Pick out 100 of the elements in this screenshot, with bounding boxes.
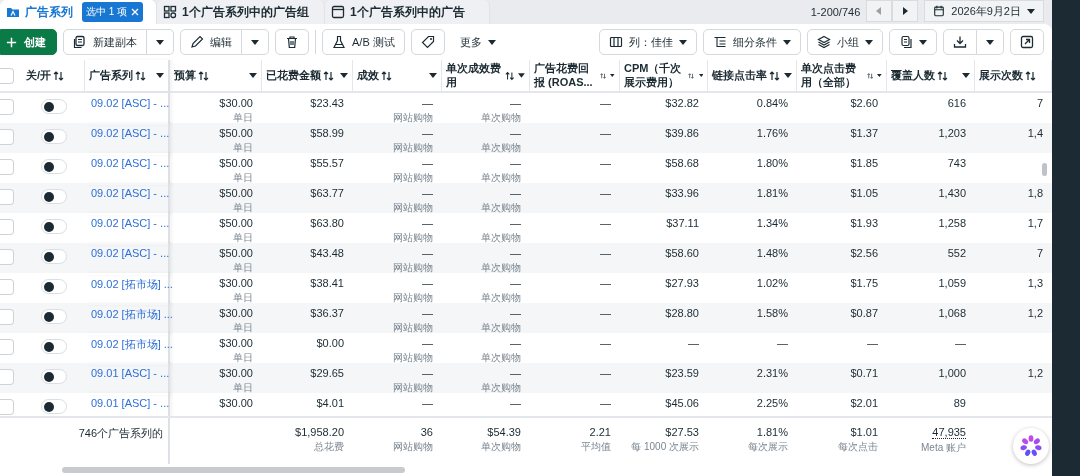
column-header[interactable]: 成效	[357, 68, 379, 83]
toggle-switch[interactable]	[40, 249, 67, 264]
sort-icon[interactable]	[1025, 70, 1036, 81]
sort-icon[interactable]	[504, 70, 515, 81]
sort-icon[interactable]	[381, 70, 392, 81]
campaign-link[interactable]: 09.01 [ASC] - ...	[91, 367, 170, 379]
toggle-switch[interactable]	[40, 279, 67, 294]
table-cell: $30.00	[219, 397, 253, 409]
table-cell: 0.84%	[756, 97, 788, 109]
column-header[interactable]: 广告花费回报 (ROAS...	[534, 61, 599, 90]
tab[interactable]: 1个广告系列中的广告	[325, 0, 490, 24]
sort-icon[interactable]	[198, 70, 209, 81]
campaign-link[interactable]: 09.02 [ASC] - ...	[91, 217, 170, 229]
column-header[interactable]: 单次成效费用	[446, 61, 503, 90]
group-button[interactable]: 小组	[807, 29, 883, 55]
sort-icon[interactable]	[769, 70, 780, 81]
table-cell: —	[600, 307, 611, 319]
campaign-link[interactable]: 09.01 [ASC] - ...	[91, 397, 170, 409]
table-cell: $38.41	[310, 277, 344, 289]
table-cell: $33.96	[665, 187, 699, 199]
campaign-link[interactable]: 09.02 [ASC] - ...	[91, 247, 170, 259]
tab[interactable]: 1个广告系列中的广告组	[157, 0, 325, 24]
campaign-link[interactable]: 09.02 [ASC] - ...	[91, 97, 170, 109]
report-button[interactable]	[889, 29, 937, 55]
row-checkbox[interactable]	[0, 219, 14, 235]
close-icon[interactable]	[131, 8, 140, 16]
right-triangle-icon	[902, 7, 909, 15]
toggle-switch[interactable]	[40, 99, 67, 114]
sort-icon[interactable]	[323, 70, 334, 81]
column-header[interactable]: 链接点击率	[712, 68, 767, 83]
dropdown-button[interactable]	[977, 29, 1004, 55]
sort-icon[interactable]	[53, 70, 65, 81]
column-header[interactable]: 单次点击费用（全部）	[801, 61, 865, 90]
toggle-switch[interactable]	[40, 159, 67, 174]
cell-caption: 单日	[233, 141, 253, 155]
toggle-switch[interactable]	[40, 339, 67, 354]
campaign-link[interactable]: 09.02 [拓市场] ...	[91, 308, 173, 320]
row-checkbox[interactable]	[0, 159, 14, 175]
row-checkbox[interactable]	[0, 249, 14, 265]
column-header[interactable]: 关/开	[26, 68, 52, 83]
columns-icon	[609, 35, 623, 49]
row-checkbox[interactable]	[0, 189, 14, 205]
cell-caption: 网站购物	[393, 440, 433, 454]
cell-caption: 网站购物	[393, 321, 433, 335]
plus-icon	[5, 35, 18, 49]
edit-button[interactable]: 编辑	[180, 29, 242, 55]
create-button[interactable]: 创建	[0, 29, 57, 55]
scrollbar-thumb[interactable]	[62, 467, 405, 473]
campaign-link[interactable]: 09.02 [ASC] - ...	[91, 187, 170, 199]
row-checkbox[interactable]	[0, 129, 14, 145]
toggle-switch[interactable]	[40, 189, 67, 204]
campaign-link[interactable]: 09.02 [ASC] - ...	[91, 127, 170, 139]
toggle-switch[interactable]	[40, 369, 67, 384]
delete-button[interactable]	[275, 29, 309, 55]
table-cell: $30.00	[219, 367, 253, 379]
scrollbar-thumb[interactable]	[1042, 163, 1047, 176]
row-checkbox[interactable]	[0, 339, 14, 355]
row-checkbox[interactable]	[0, 309, 14, 325]
column-header[interactable]: 已花费金额	[266, 68, 321, 83]
tab[interactable]: 广告系列 选中 1 项	[0, 0, 157, 24]
table-cell: $50.00	[219, 247, 253, 259]
column-header[interactable]: 覆盖人数	[891, 68, 935, 83]
columns-button[interactable]: 列：佳佳	[599, 29, 697, 55]
table-cell: —	[422, 277, 433, 289]
tag-button[interactable]	[410, 29, 445, 55]
table-cell: 616	[947, 97, 966, 109]
duplicate-button[interactable]: 新建副本	[63, 29, 147, 55]
table-cell: $58.99	[310, 127, 344, 139]
column-header[interactable]: CPM（千次展示费用）	[624, 61, 687, 90]
select-all-checkbox[interactable]	[0, 67, 14, 84]
table-cell: $2.60	[850, 97, 878, 109]
campaign-link[interactable]: 09.02 [拓市场] ...	[91, 338, 173, 350]
sort-icon[interactable]	[135, 70, 146, 81]
date-picker[interactable]: 2026年9月2日	[924, 0, 1044, 22]
dropdown-button[interactable]	[147, 29, 174, 55]
download-button[interactable]	[943, 29, 977, 55]
row-checkbox[interactable]	[0, 99, 14, 115]
table-cell: $1.93	[850, 217, 878, 229]
export-button[interactable]	[1010, 29, 1044, 55]
dropdown-button[interactable]	[242, 29, 269, 55]
campaign-link[interactable]: 09.02 [ASC] - ...	[91, 157, 170, 169]
ab-test-button[interactable]: A/B 测试	[322, 29, 405, 55]
column-header[interactable]: 广告系列	[89, 68, 133, 83]
toggle-switch[interactable]	[40, 399, 67, 414]
column-header[interactable]: 展示次数	[979, 68, 1023, 83]
cell-caption: 总花费	[314, 440, 344, 454]
table-cell: 89	[953, 397, 966, 409]
row-checkbox[interactable]	[0, 399, 14, 415]
toggle-switch[interactable]	[40, 219, 67, 234]
table-cell: —	[510, 187, 521, 199]
pencil-icon	[190, 35, 204, 49]
sort-icon[interactable]	[937, 70, 948, 81]
row-checkbox[interactable]	[0, 279, 14, 295]
breakdown-button[interactable]: 细分条件	[703, 29, 801, 55]
toggle-switch[interactable]	[40, 129, 67, 144]
toggle-switch[interactable]	[40, 309, 67, 324]
column-header[interactable]: 预算	[174, 68, 196, 83]
campaign-link[interactable]: 09.02 [拓市场] ...	[91, 278, 173, 290]
next-button[interactable]	[892, 0, 919, 22]
row-checkbox[interactable]	[0, 369, 14, 385]
